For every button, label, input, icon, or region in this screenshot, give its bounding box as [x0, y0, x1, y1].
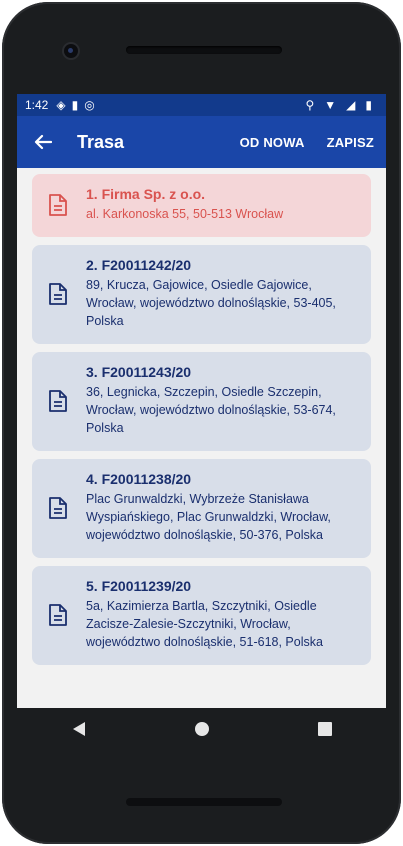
bottom-speaker — [126, 798, 282, 806]
battery-icon: ▮ — [365, 98, 372, 112]
stop-card[interactable]: 2. F20011242/20 89, Krucza, Gajowice, Os… — [32, 245, 371, 344]
stop-address: 89, Krucza, Gajowice, Osiedle Gajowice, … — [86, 278, 336, 328]
status-icons: ⚲ ▼ ◢ ▮ — [305, 99, 378, 111]
stop-address: Plac Grunwaldzki, Wybrzeże Stanisława Wy… — [86, 492, 331, 542]
nav-recents-button[interactable] — [313, 717, 337, 741]
stops-list: 1. Firma Sp. z o.o. al. Karkonoska 55, 5… — [17, 168, 386, 679]
location-diamond-icon: ◈ — [56, 98, 66, 112]
stop-name: 5. F20011239/20 — [86, 578, 192, 594]
sync-icon: ◎ — [84, 98, 95, 112]
document-icon — [49, 496, 67, 519]
stop-address: al. Karkonoska 55, 50-513 Wrocław — [86, 207, 284, 221]
wifi-icon: ▼ — [324, 98, 337, 112]
stop-card[interactable]: 5. F20011239/20 5a, Kazimierza Bartla, S… — [32, 566, 371, 665]
nav-back-button[interactable] — [67, 717, 91, 741]
document-icon — [49, 389, 67, 412]
sd-card-icon: ▮ — [71, 98, 79, 112]
stop-name: 1. Firma Sp. z o.o. — [86, 186, 206, 202]
back-button[interactable] — [29, 128, 57, 156]
app-bar: Trasa OD NOWA ZAPISZ — [17, 116, 386, 168]
stop-card[interactable]: 3. F20011243/20 36, Legnicka, Szczepin, … — [32, 352, 371, 451]
signal-icon: ◢ — [346, 98, 356, 112]
document-icon — [49, 603, 67, 626]
stop-address: 36, Legnicka, Szczepin, Osiedle Szczepin… — [86, 385, 336, 435]
screen: 1:42 ◈ ▮ ◎ ⚲ ▼ ◢ ▮ Trasa OD NOWA ZAPISZ … — [17, 94, 386, 708]
status-bar: 1:42 ◈ ▮ ◎ ⚲ ▼ ◢ ▮ — [17, 94, 386, 116]
system-nav-bar — [17, 708, 386, 750]
arrow-left-icon — [34, 134, 52, 150]
stop-card[interactable]: 4. F20011238/20 Plac Grunwaldzki, Wybrze… — [32, 459, 371, 558]
stop-address: 5a, Kazimierza Bartla, Szczytniki, Osied… — [86, 599, 323, 649]
status-time: 1:42 — [25, 98, 49, 112]
document-icon — [49, 193, 67, 216]
stop-card[interactable]: 1. Firma Sp. z o.o. al. Karkonoska 55, 5… — [32, 174, 371, 237]
stop-name: 2. F20011242/20 — [86, 257, 192, 273]
circle-home-icon — [194, 722, 209, 736]
square-recents-icon — [317, 722, 332, 736]
triangle-back-icon — [72, 722, 85, 736]
stop-name: 4. F20011238/20 — [86, 471, 192, 487]
nav-home-button[interactable] — [190, 717, 214, 741]
reset-button[interactable]: OD NOWA — [240, 135, 305, 150]
front-camera — [64, 44, 78, 58]
save-button[interactable]: ZAPISZ — [327, 135, 374, 150]
stop-name: 3. F20011243/20 — [86, 364, 192, 380]
page-title: Trasa — [77, 131, 125, 152]
document-icon — [49, 282, 67, 305]
location-pin-icon: ⚲ — [305, 98, 315, 112]
earpiece-speaker — [126, 46, 282, 54]
